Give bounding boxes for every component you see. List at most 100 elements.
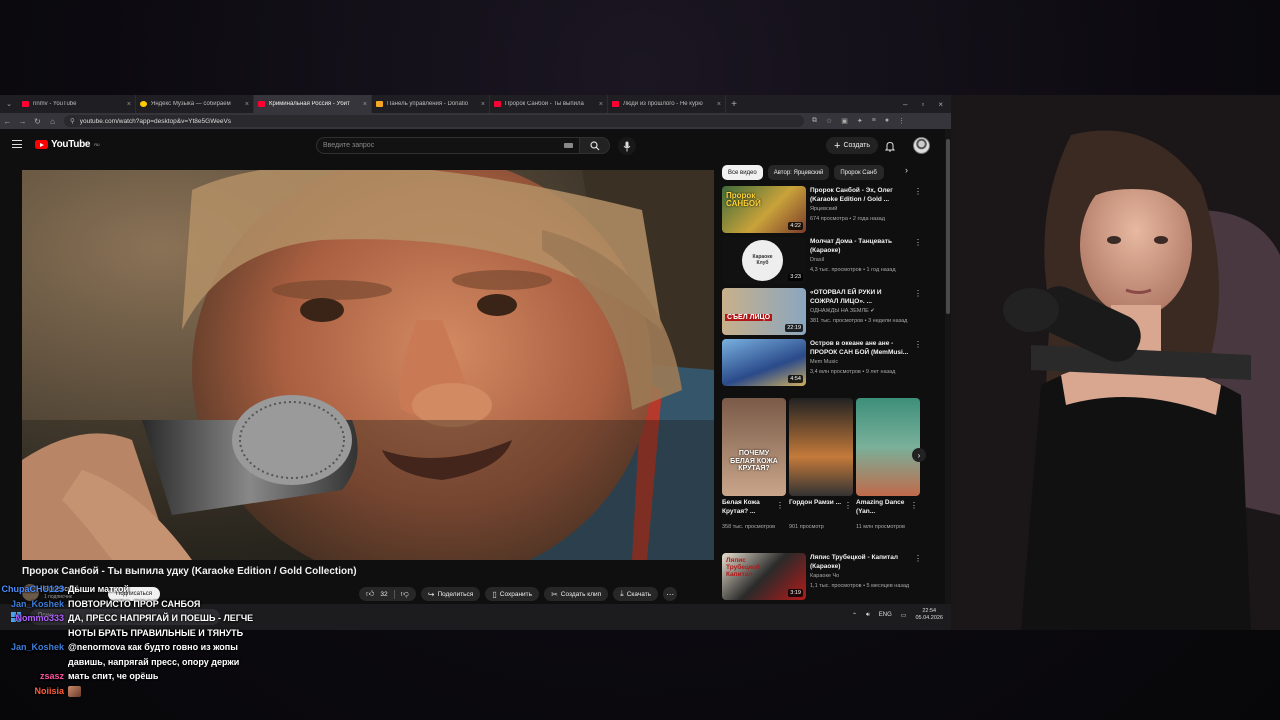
network-icon[interactable]: ▭ bbox=[901, 612, 907, 619]
recommendation-item[interactable]: СЪЕЛ ЛИЦО 22:19 «ОТОРВАЛ ЕЙ РУКИ И СОЖРА… bbox=[722, 288, 922, 338]
install-app-icon[interactable]: ⧉ bbox=[812, 117, 817, 125]
more-options-icon[interactable]: ⋮ bbox=[914, 340, 922, 349]
short-thumbnail[interactable] bbox=[856, 398, 920, 496]
back-icon[interactable]: ← bbox=[0, 117, 15, 126]
clock[interactable]: 22:54 05.04.2026 bbox=[915, 608, 943, 622]
notifications-bell-icon[interactable] bbox=[884, 139, 896, 157]
chip-related[interactable]: Пророк Санб bbox=[834, 165, 885, 180]
voice-search-button[interactable] bbox=[618, 137, 636, 155]
tray-chevron-icon[interactable]: ⌃ bbox=[852, 612, 857, 619]
tab-3[interactable]: Криминальная Россия - Убит × bbox=[254, 95, 372, 113]
create-button[interactable]: + Создать bbox=[826, 137, 879, 154]
thumbnail-caption: Караоке Клуб bbox=[752, 254, 773, 266]
like-icon[interactable]: 👍︎ bbox=[366, 589, 374, 599]
video-thumbnail[interactable]: Пророк САНБОЙ 4:22 bbox=[722, 186, 806, 233]
recommendation-item[interactable]: Караоке Клуб 3:23 Молчат Дома - Танцеват… bbox=[722, 237, 922, 287]
video-thumbnail[interactable]: СЪЕЛ ЛИЦО 22:19 bbox=[722, 288, 806, 335]
like-count[interactable]: 32 bbox=[380, 591, 387, 598]
clip-button[interactable]: ✂ Создать клип bbox=[544, 587, 609, 601]
tab-4[interactable]: Панель управления - Donatio × bbox=[372, 95, 490, 113]
chat-message: Jan_Koshek ПОВТОРИСТО ПРОР САНБОЯ bbox=[0, 597, 300, 612]
more-actions-button[interactable]: ⋯ bbox=[663, 587, 678, 601]
language-indicator[interactable]: ENG bbox=[879, 612, 892, 618]
more-options-icon[interactable]: ⋮ bbox=[914, 289, 922, 298]
chip-all[interactable]: Все видео bbox=[722, 165, 763, 180]
tab-6[interactable]: Люди из прошлого - Не курю × bbox=[608, 95, 726, 113]
url-field[interactable]: ⚲ youtube.com/watch?app=desktop&v=Yt8e5G… bbox=[64, 115, 804, 127]
extension-icon[interactable]: ▣ bbox=[841, 117, 848, 125]
chat-message: Jan_Koshek @nenormova как будто говно из… bbox=[0, 640, 300, 669]
emote-icon bbox=[68, 685, 81, 697]
profile-icon[interactable]: ● bbox=[885, 117, 889, 125]
share-button[interactable]: ↪ Поделиться bbox=[420, 587, 481, 601]
volume-icon[interactable]: 🔊︎ bbox=[866, 612, 870, 619]
close-tab-icon[interactable]: × bbox=[599, 101, 603, 108]
recommendation-meta: 381 тыс. просмотров • 3 недели назад bbox=[810, 318, 908, 324]
download-button[interactable]: ⤓ Скачать bbox=[613, 587, 659, 601]
shorts-next-button[interactable]: › bbox=[912, 448, 926, 462]
menu-icon[interactable] bbox=[12, 140, 22, 148]
scissors-icon: ✂ bbox=[551, 589, 558, 599]
stream-scene: ⌄ nnmv - YouTube × Яндекс Музыка — собир… bbox=[0, 0, 1280, 720]
save-label: Сохранить bbox=[499, 590, 533, 598]
more-options-icon[interactable]: ⋮ bbox=[910, 501, 918, 510]
chat-message: ChupaCHU123 Дыши маткой bbox=[0, 582, 300, 597]
video-player[interactable] bbox=[22, 170, 714, 560]
forward-icon[interactable]: → bbox=[15, 117, 30, 126]
search-input[interactable]: Введите запрос bbox=[316, 137, 580, 154]
chevron-right-icon[interactable]: › bbox=[905, 165, 908, 175]
more-options-icon[interactable]: ⋮ bbox=[914, 187, 922, 196]
media-icon[interactable]: ≡ bbox=[872, 117, 876, 125]
short-title: Белая Кожа Крутая? ... bbox=[722, 499, 760, 515]
close-tab-icon[interactable]: × bbox=[481, 101, 485, 108]
tab-5[interactable]: Пророк Санбой - Ты выпила × bbox=[490, 95, 608, 113]
video-thumbnail[interactable]: 4:54 bbox=[722, 339, 806, 386]
dislike-icon[interactable]: 👎︎ bbox=[401, 589, 409, 599]
minimize-icon[interactable]: – bbox=[903, 100, 907, 109]
youtube-favicon-icon bbox=[258, 101, 265, 107]
home-icon[interactable]: ⌂ bbox=[45, 117, 60, 126]
puzzle-icon[interactable]: ✦ bbox=[857, 117, 863, 125]
recommendation-item[interactable]: Пророк САНБОЙ 4:22 Пророк Санбой - Эх, О… bbox=[722, 186, 922, 236]
more-options-icon[interactable]: ⋮ bbox=[844, 501, 852, 510]
recommendation-meta: 4,3 тыс. просмотров • 1 год назад bbox=[810, 267, 896, 273]
new-tab-button[interactable]: + bbox=[726, 99, 742, 110]
chat-text: ПОВТОРИСТО ПРОР САНБОЯ bbox=[68, 598, 201, 609]
close-tab-icon[interactable]: × bbox=[245, 101, 249, 108]
youtube-logo[interactable]: YouTube RU bbox=[35, 139, 100, 150]
chat-message: zsasz мать спит, че орёшь bbox=[0, 669, 300, 684]
close-tab-icon[interactable]: × bbox=[127, 101, 131, 108]
close-tab-icon[interactable]: × bbox=[717, 101, 721, 108]
account-avatar[interactable] bbox=[913, 137, 930, 154]
recommendation-item[interactable]: Ляпис Трубецкой Капитал 3:19 Ляпис Трубе… bbox=[722, 553, 922, 603]
tab-2[interactable]: Яндекс Музыка — собираем × bbox=[136, 95, 254, 113]
more-options-icon[interactable]: ⋮ bbox=[914, 238, 922, 247]
youtube-favicon-icon bbox=[22, 101, 29, 107]
save-button[interactable]: ▯ Сохранить bbox=[485, 587, 540, 601]
youtube-page: YouTube RU Введите запрос + Создать Прор… bbox=[0, 129, 951, 617]
download-label: Скачать bbox=[626, 590, 652, 598]
tab-1[interactable]: nnmv - YouTube × bbox=[18, 95, 136, 113]
tab-search-icon[interactable]: ⌄ bbox=[0, 100, 18, 108]
short-thumbnail[interactable]: ПОЧЕМУ БЕЛАЯ КОЖА КРУТАЯ? bbox=[722, 398, 786, 496]
reload-icon[interactable]: ↻ bbox=[30, 117, 45, 126]
donation-favicon-icon bbox=[376, 101, 383, 107]
scrollbar-thumb[interactable] bbox=[946, 139, 950, 314]
short-thumbnail[interactable] bbox=[789, 398, 853, 496]
close-window-icon[interactable]: × bbox=[938, 100, 943, 109]
more-options-icon[interactable]: ⋮ bbox=[914, 554, 922, 563]
chip-author[interactable]: Автор: Ярцевский bbox=[767, 165, 830, 180]
site-info-icon[interactable]: ⚲ bbox=[70, 117, 75, 125]
more-options-icon[interactable]: ⋮ bbox=[776, 501, 784, 510]
bookmark-star-icon[interactable]: ☆ bbox=[826, 117, 832, 125]
chat-text: Дыши маткой bbox=[68, 584, 130, 594]
search-button[interactable] bbox=[580, 137, 610, 154]
close-tab-icon[interactable]: × bbox=[363, 101, 367, 108]
maximize-icon[interactable]: ▫ bbox=[921, 100, 924, 109]
keyboard-icon[interactable] bbox=[564, 143, 573, 148]
youtube-favicon-icon bbox=[494, 101, 501, 107]
video-thumbnail[interactable]: Караоке Клуб 3:23 bbox=[722, 237, 806, 284]
recommendation-item[interactable]: 4:54 Остров в океане ане ане - ПРОРОК СА… bbox=[722, 339, 922, 389]
video-thumbnail[interactable]: Ляпис Трубецкой Капитал 3:19 bbox=[722, 553, 806, 600]
menu-dots-icon[interactable]: ⋮ bbox=[898, 117, 905, 125]
